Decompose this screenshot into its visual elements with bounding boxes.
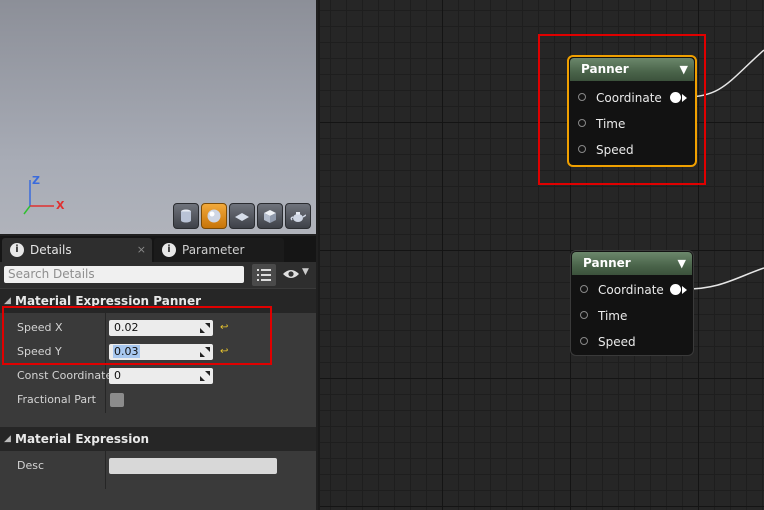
node-title: Panner	[583, 256, 631, 270]
const-coordinate-value: 0	[114, 369, 121, 382]
close-tab-icon[interactable]: ×	[137, 238, 146, 262]
speed-y-field[interactable]: 0.03	[109, 344, 213, 360]
search-input[interactable]: Search Details	[4, 266, 244, 283]
node-header[interactable]: Panner ▼	[570, 58, 694, 81]
property-row-desc: Desc	[0, 454, 316, 478]
pin-label: Time	[598, 309, 628, 323]
tab-details-label: Details	[30, 243, 72, 257]
output-arrow-icon	[682, 286, 687, 294]
speed-y-value: 0.03	[113, 345, 140, 358]
category-label: Material Expression Panner	[15, 294, 201, 308]
output-pin-icon[interactable]	[670, 92, 681, 103]
axis-gizmo-icon	[23, 180, 54, 215]
speed-x-field[interactable]: 0.02	[109, 320, 213, 336]
speed-x-value: 0.02	[114, 321, 139, 334]
desc-input[interactable]	[109, 458, 277, 474]
collapse-triangle-icon: ◢	[4, 296, 11, 306]
preview-teapot-button[interactable]	[285, 203, 311, 229]
category-material-expression-panner[interactable]: ◢ Material Expression Panner	[0, 289, 316, 313]
property-label: Desc	[17, 459, 45, 472]
output-arrow-icon	[682, 94, 687, 102]
panner-node[interactable]: Panner ▼ Coordinate Time Speed	[570, 250, 694, 356]
info-icon: i	[162, 243, 176, 257]
input-pin-icon[interactable]	[580, 337, 588, 345]
left-panel: Z X i Details × i Parameter Defaults	[0, 0, 318, 510]
teapot-icon	[290, 212, 306, 222]
chevron-down-icon[interactable]: ▼	[302, 267, 309, 277]
property-row-const-coordinate: Const Coordinate 0	[0, 364, 316, 388]
plane-icon	[235, 213, 249, 221]
pin-label: Speed	[596, 143, 634, 157]
collapse-triangle-icon: ◢	[4, 434, 11, 444]
input-pin-icon[interactable]	[580, 285, 588, 293]
preview-cube-button[interactable]	[257, 203, 283, 229]
chevron-down-icon[interactable]: ▼	[678, 252, 686, 275]
fractional-part-checkbox[interactable]	[110, 393, 124, 407]
pin-coordinate[interactable]: Coordinate	[580, 277, 664, 303]
category-material-expression[interactable]: ◢ Material Expression	[0, 427, 316, 451]
node-title: Panner	[581, 62, 629, 76]
eye-icon[interactable]	[282, 268, 300, 280]
preview-sphere-button[interactable]	[201, 203, 227, 229]
pin-label: Coordinate	[598, 283, 664, 297]
tab-parameter-defaults[interactable]: i Parameter Defaults	[154, 238, 284, 281]
sphere-icon	[207, 209, 221, 223]
pin-speed[interactable]: Speed	[578, 137, 634, 163]
material-graph-canvas[interactable]	[320, 0, 764, 510]
input-pin-icon[interactable]	[578, 119, 586, 127]
spin-arrows-icon[interactable]	[200, 347, 210, 357]
list-view-icon	[257, 269, 271, 281]
property-label: Speed Y	[17, 345, 62, 358]
axis-z-label: Z	[32, 174, 40, 187]
output-pin-icon[interactable]	[670, 284, 681, 295]
reset-to-default-icon[interactable]: ↩	[220, 322, 228, 333]
view-options-button[interactable]	[252, 264, 276, 286]
property-label: Const Coordinate	[17, 369, 113, 382]
tab-details[interactable]: i Details ×	[2, 238, 152, 262]
node-header[interactable]: Panner ▼	[572, 252, 692, 275]
spin-arrows-icon[interactable]	[200, 323, 210, 333]
input-pin-icon[interactable]	[578, 93, 586, 101]
pin-time[interactable]: Time	[578, 111, 625, 137]
input-pin-icon[interactable]	[578, 145, 586, 153]
pin-time[interactable]: Time	[580, 303, 627, 329]
pin-coordinate[interactable]: Coordinate	[578, 85, 662, 111]
property-label: Speed X	[17, 321, 63, 334]
input-pin-icon[interactable]	[580, 311, 588, 319]
cube-icon	[264, 210, 276, 223]
category-label: Material Expression	[15, 432, 150, 446]
const-coordinate-field[interactable]: 0	[109, 368, 213, 384]
details-panel-body: ◢ Material Expression Panner Speed X 0.0…	[0, 288, 316, 510]
preview-plane-button[interactable]	[229, 203, 255, 229]
property-row-speed-y: Speed Y 0.03 ↩	[0, 340, 316, 364]
chevron-down-icon[interactable]: ▼	[680, 58, 688, 81]
property-row-speed-x: Speed X 0.02 ↩	[0, 316, 316, 340]
spin-arrows-icon[interactable]	[200, 371, 210, 381]
material-preview-viewport[interactable]: Z X	[0, 0, 316, 234]
pin-label: Coordinate	[596, 91, 662, 105]
panner-node-selected[interactable]: Panner ▼ Coordinate Time Speed	[567, 55, 697, 167]
preview-cylinder-button[interactable]	[173, 203, 199, 229]
pin-label: Time	[596, 117, 626, 131]
property-row-fractional-part: Fractional Part	[0, 388, 316, 412]
info-icon: i	[10, 243, 24, 257]
cylinder-icon	[181, 209, 191, 223]
reset-to-default-icon[interactable]: ↩	[220, 346, 228, 357]
pin-speed[interactable]: Speed	[580, 329, 636, 355]
details-tab-bar: i Details × i Parameter Defaults	[0, 236, 316, 281]
axis-x-label: X	[56, 199, 65, 212]
property-label: Fractional Part	[17, 393, 96, 406]
pin-label: Speed	[598, 335, 636, 349]
